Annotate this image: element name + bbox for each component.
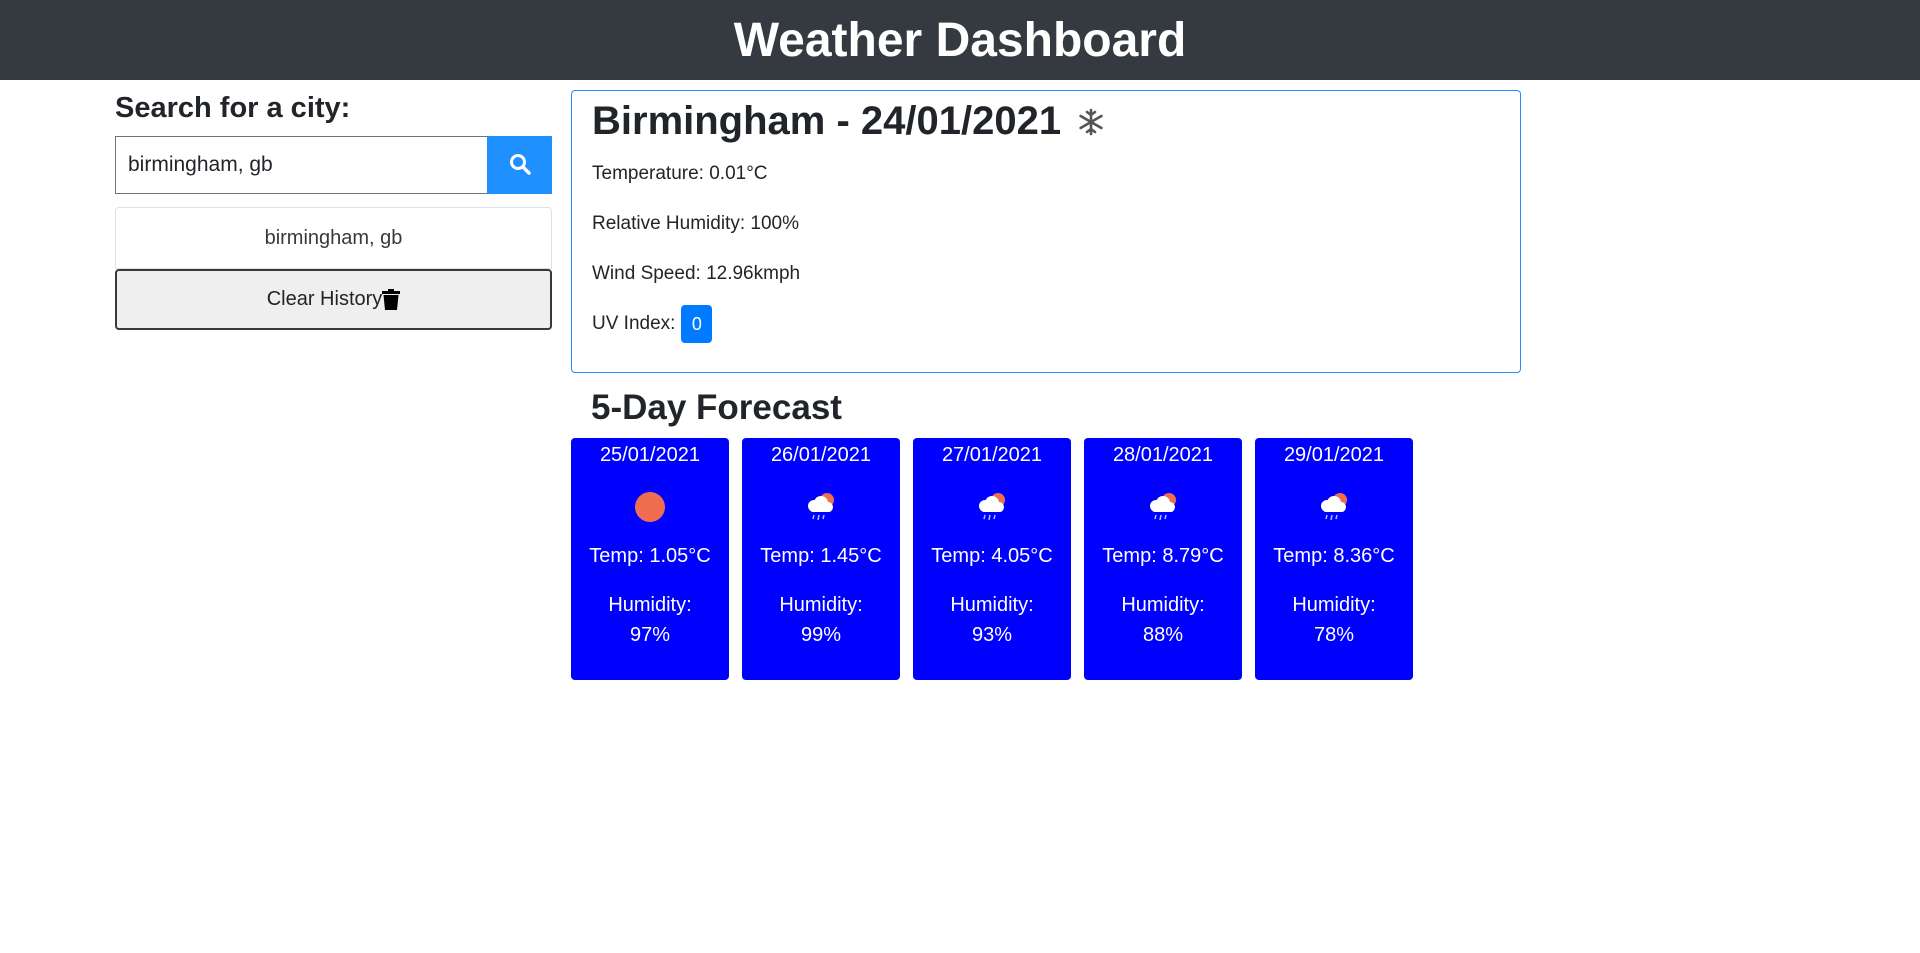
forecast-humidity-label: Humidity: (1292, 594, 1376, 616)
current-title-row: Birmingham - 24/01/2021 (592, 94, 1500, 149)
forecast-humidity-label: Humidity: (950, 594, 1034, 616)
search-row (115, 136, 552, 194)
uv-index-badge: 0 (681, 305, 713, 343)
navbar: Weather Dashboard (0, 0, 1920, 80)
forecast-temp: Temp: 1.05°C (589, 545, 711, 567)
forecast-card: 29/01/2021 Temp: 8.36°C Humidity: 78% (1255, 438, 1413, 680)
sun-icon (633, 487, 667, 527)
rain-cloud-sun-icon (1316, 487, 1352, 527)
forecast-humidity-value: 99% (800, 624, 842, 646)
forecast-temp: Temp: 4.05°C (931, 545, 1053, 567)
rain-cloud-sun-icon (1145, 487, 1181, 527)
page-title: Weather Dashboard (733, 13, 1187, 67)
forecast-humidity-value: 88% (1142, 624, 1184, 646)
rain-cloud-sun-icon (803, 487, 839, 527)
search-input[interactable] (115, 136, 487, 194)
current-temperature: Temperature: 0.01°C (592, 163, 768, 184)
search-button[interactable] (487, 136, 552, 194)
forecast-temp: Temp: 1.45°C (760, 545, 882, 567)
forecast-humidity-value: 78% (1313, 624, 1355, 646)
uv-index-label: UV Index: (592, 313, 676, 334)
rain-cloud-sun-icon (974, 487, 1010, 527)
forecast-row: 25/01/2021 Temp: 1.05°C Humidity: 97% 26… (571, 438, 1413, 680)
forecast-humidity-label: Humidity: (1121, 594, 1205, 616)
forecast-title: 5-Day Forecast (591, 388, 842, 427)
forecast-humidity-label: Humidity: (608, 594, 692, 616)
forecast-card: 28/01/2021 Temp: 8.79°C Humidity: 88% (1084, 438, 1242, 680)
snowflake-icon (1077, 108, 1105, 141)
forecast-date: 25/01/2021 (599, 444, 701, 466)
forecast-date: 27/01/2021 (941, 444, 1043, 466)
current-city-date: Birmingham - 24/01/2021 (592, 99, 1062, 143)
clear-history-label: Clear History (266, 288, 383, 310)
forecast-temp: Temp: 8.79°C (1102, 545, 1224, 567)
forecast-card: 25/01/2021 Temp: 1.05°C Humidity: 97% (571, 438, 729, 680)
search-heading: Search for a city: (115, 92, 351, 124)
search-icon (509, 153, 531, 178)
forecast-humidity-value: 97% (629, 624, 671, 646)
history-item[interactable]: birmingham, gb (115, 207, 552, 269)
forecast-humidity-label: Humidity: (779, 594, 863, 616)
forecast-card: 27/01/2021 Temp: 4.05°C Humidity: 93% (913, 438, 1071, 680)
forecast-date: 29/01/2021 (1283, 444, 1385, 466)
forecast-date: 28/01/2021 (1112, 444, 1214, 466)
forecast-date: 26/01/2021 (770, 444, 872, 466)
current-weather-card: Birmingham - 24/01/2021 Temperature: 0.0… (571, 90, 1521, 373)
current-humidity: Relative Humidity: 100% (592, 213, 799, 234)
current-wind-speed: Wind Speed: 12.96kmph (592, 263, 801, 284)
clear-history-button[interactable]: Clear History (115, 269, 552, 330)
trash-icon (382, 289, 401, 310)
history-list: birmingham, gb Clear History (115, 207, 552, 330)
forecast-humidity-value: 93% (971, 624, 1013, 646)
forecast-temp: Temp: 8.36°C (1273, 545, 1395, 567)
forecast-card: 26/01/2021 Temp: 1.45°C Humidity: 99% (742, 438, 900, 680)
sidebar: Search for a city: birmingham, gb Clear … (115, 90, 552, 330)
uv-index-row: UV Index: 0 (592, 299, 1500, 349)
